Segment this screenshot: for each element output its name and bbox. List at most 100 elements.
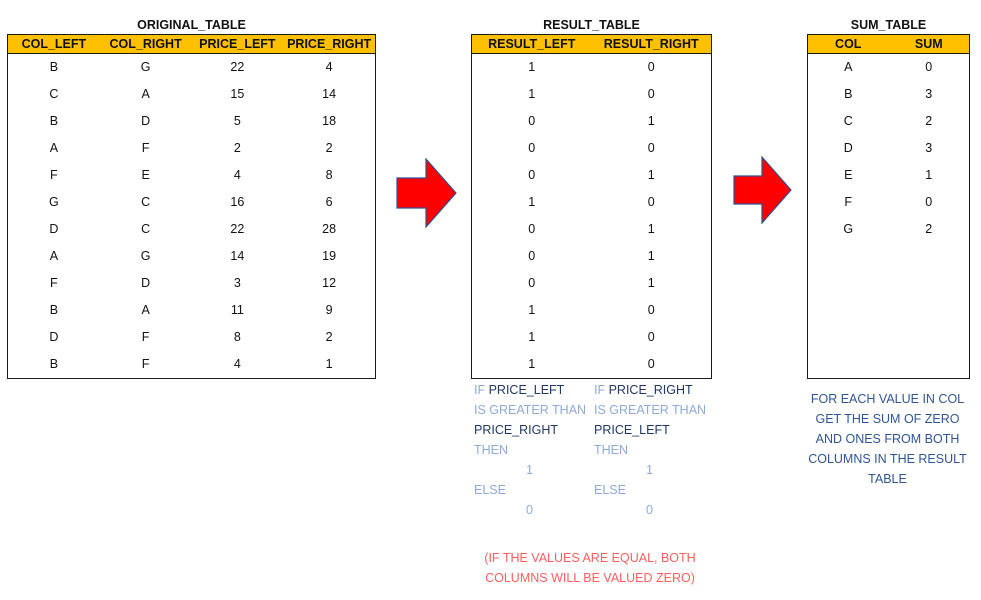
header-price-right: PRICE_RIGHT (287, 37, 372, 51)
table-row: 10 (472, 189, 711, 216)
table-cell: 1 (528, 60, 536, 74)
table-cell: 8 (325, 168, 333, 182)
table-cell: F (141, 330, 150, 344)
table-cell: B (49, 114, 59, 128)
table-cell: D (843, 141, 853, 155)
table-cell: D (49, 222, 59, 236)
table-cell: E (844, 168, 853, 182)
result-table-header: RESULT_LEFT RESULT_RIGHT (472, 35, 711, 54)
rule-right-comparison: IS GREATER THAN (594, 403, 707, 417)
table-row: B F 4 1 (8, 351, 375, 378)
rule-left-line-if: IF PRICE_LEFT (474, 380, 594, 400)
table-row: 01 (472, 270, 711, 297)
table-cell: A (141, 303, 150, 317)
original-table-box: COL_LEFT COL_RIGHT PRICE_LEFT PRICE_RIGH… (7, 34, 376, 379)
header-result-right: RESULT_RIGHT (603, 37, 699, 51)
table-row: B A 11 9 (8, 297, 375, 324)
table-row: B3 (808, 81, 969, 108)
table-cell: 28 (322, 222, 337, 236)
header-price-left: PRICE_LEFT (199, 37, 276, 51)
header-sum: SUM (914, 37, 943, 51)
table-row: D F 8 2 (8, 324, 375, 351)
table-cell: D (141, 114, 151, 128)
table-cell: 0 (528, 141, 536, 155)
table-cell: 14 (322, 87, 337, 101)
table-cell: 2 (233, 141, 241, 155)
table-row: F D 3 12 (8, 270, 375, 297)
table-cell: B (49, 303, 59, 317)
table-cell: A (844, 60, 853, 74)
table-row: E1 (808, 162, 969, 189)
sum-note-line: TABLE (868, 472, 907, 486)
rule-left-field-a: PRICE_LEFT (488, 383, 565, 397)
table-cell: C (49, 87, 59, 101)
table-cell: 0 (647, 195, 655, 209)
equal-note-line: (IF THE VALUES ARE EQUAL, BOTH (484, 551, 696, 565)
table-cell: 12 (322, 276, 337, 290)
table-cell: 18 (322, 114, 337, 128)
rule-right-field-a: PRICE_RIGHT (608, 383, 693, 397)
table-cell: 0 (528, 168, 536, 182)
sum-table: SUM_TABLE COL SUM A0B3C2D3E1F0G2 (807, 17, 970, 379)
rule-right-line-if: IF PRICE_RIGHT (594, 380, 714, 400)
table-cell: 5 (233, 114, 241, 128)
original-table: ORIGINAL_TABLE COL_LEFT COL_RIGHT PRICE_… (7, 17, 376, 379)
table-cell: 0 (925, 60, 933, 74)
equal-values-note: (IF THE VALUES ARE EQUAL, BOTH COLUMNS W… (470, 548, 710, 588)
table-cell: G (49, 195, 59, 209)
table-row: B G 22 4 (8, 54, 375, 81)
table-cell: 6 (325, 195, 333, 209)
table-cell: G (140, 60, 151, 74)
table-cell: 2 (325, 141, 333, 155)
table-cell: 11 (230, 303, 244, 317)
table-cell: 14 (230, 249, 245, 263)
sum-table-title: SUM_TABLE (850, 18, 927, 32)
rule-left: IF PRICE_LEFT IS GREATER THAN PRICE_RIGH… (474, 380, 594, 520)
rule-right-then-value: 1 (646, 463, 653, 477)
rule-left-else-value: 0 (526, 503, 533, 517)
table-cell: 19 (322, 249, 337, 263)
rule-right-then: THEN (594, 443, 629, 457)
table-cell: 2 (325, 330, 333, 344)
table-cell: C (141, 195, 151, 209)
table-row: 01 (472, 162, 711, 189)
table-cell: 22 (230, 60, 245, 74)
table-cell: 0 (528, 249, 536, 263)
table-row: A G 14 19 (8, 243, 375, 270)
table-row: 10 (472, 351, 711, 378)
table-cell: 1 (528, 330, 536, 344)
table-row: F E 4 8 (8, 162, 375, 189)
table-cell: 0 (925, 195, 933, 209)
sum-explanation-note: FOR EACH VALUE IN COL GET THE SUM OF ZER… (805, 389, 970, 489)
table-cell: B (49, 357, 59, 371)
table-cell: 1 (528, 195, 536, 209)
original-table-header: COL_LEFT COL_RIGHT PRICE_LEFT PRICE_RIGH… (8, 35, 375, 54)
sum-note-line: COLUMNS IN THE RESULT (808, 452, 967, 466)
table-cell: 16 (230, 195, 245, 209)
table-cell: 0 (528, 222, 536, 236)
table-cell: 2 (925, 114, 933, 128)
table-cell: 4 (233, 168, 241, 182)
table-cell: 0 (528, 114, 536, 128)
header-col-left: COL_LEFT (21, 37, 87, 51)
sum-note-line: FOR EACH VALUE IN COL (810, 392, 965, 406)
table-cell: B (49, 60, 59, 74)
table-row: 10 (472, 81, 711, 108)
table-cell: C (141, 222, 151, 236)
table-row: 01 (472, 243, 711, 270)
table-cell: 0 (647, 60, 655, 74)
sum-table-header: COL SUM (808, 35, 969, 54)
table-cell: 3 (925, 141, 933, 155)
sum-note-line: AND ONES FROM BOTH (815, 432, 960, 446)
table-cell: 1 (647, 114, 655, 128)
table-cell: 1 (925, 168, 933, 182)
sum-table-body: A0B3C2D3E1F0G2 (808, 54, 969, 243)
table-cell: G (843, 222, 854, 236)
header-col-right: COL_RIGHT (109, 37, 182, 51)
table-cell: G (140, 249, 151, 263)
original-table-body: B G 22 4 C A 15 14 B D 5 18 A F 2 2 F E 4 8 G C 16 6 D C 22 28 A G 14 1… (8, 54, 375, 378)
rule-left-if: IF (474, 383, 486, 397)
table-cell: 9 (325, 303, 333, 317)
table-row: A0 (808, 54, 969, 81)
table-cell: E (141, 168, 150, 182)
